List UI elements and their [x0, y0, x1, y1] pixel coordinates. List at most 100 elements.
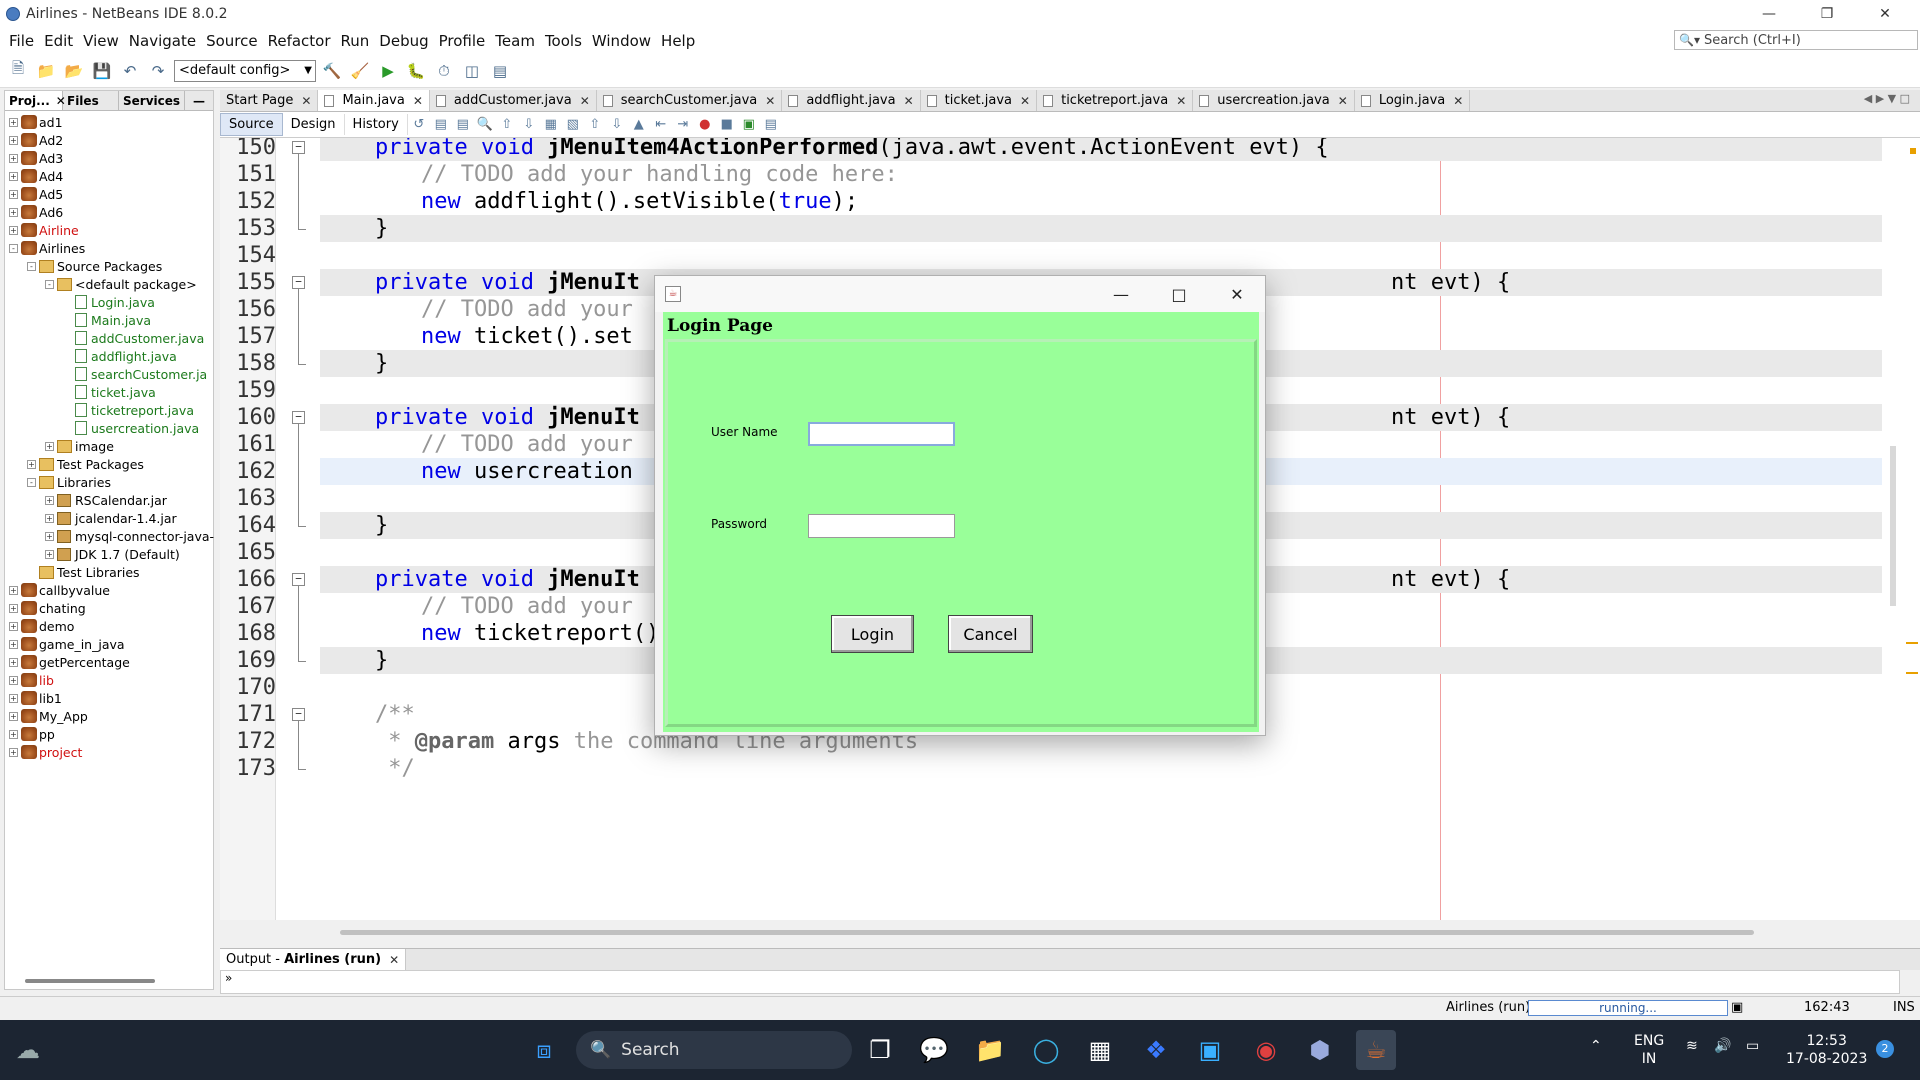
editor-vscrollbar[interactable] [1890, 446, 1896, 606]
tree-item[interactable]: + callbyvalue [9, 581, 110, 599]
expand-icon[interactable]: + [9, 135, 18, 145]
expand-icon[interactable]: + [9, 117, 18, 127]
volume-icon[interactable]: 🔊 [1714, 1038, 1731, 1054]
tree-item[interactable]: - Airlines [9, 239, 85, 257]
code-line[interactable]: 173 */ [220, 755, 1882, 782]
editor-tab[interactable]: searchCustomer.java ✕ [597, 90, 783, 111]
tree-item[interactable]: + Test Packages [27, 455, 144, 473]
cancel-task-icon[interactable]: ▣ [1731, 1000, 1743, 1015]
battery-icon[interactable]: ▭ [1746, 1038, 1759, 1054]
status-progress[interactable]: running... [1528, 1000, 1728, 1016]
menu-debug[interactable]: Debug [374, 32, 433, 50]
editor-tab[interactable]: addCustomer.java ✕ [430, 90, 597, 111]
tree-item[interactable]: + mysql-connector-java- [45, 527, 214, 545]
tree-item[interactable]: + Ad4 [9, 167, 63, 185]
myhp-icon[interactable]: ▣ [1190, 1030, 1230, 1070]
save-all-icon[interactable]: 💾 [90, 59, 114, 83]
start-icon[interactable]: ⧈ [524, 1030, 564, 1070]
menu-source[interactable]: Source [201, 32, 263, 50]
dialog-minimize-button[interactable]: — [1097, 280, 1145, 308]
tree-item[interactable]: + ad1 [9, 113, 63, 131]
expand-icon[interactable]: + [9, 711, 18, 721]
fold-icon[interactable]: − [292, 141, 305, 154]
uncomment-icon[interactable]: ▤ [760, 117, 782, 132]
tree-item[interactable]: + My_App [9, 707, 88, 725]
expand-icon[interactable]: + [45, 441, 54, 451]
find-selection-icon[interactable]: ▦ [540, 117, 562, 132]
close-button[interactable]: ✕ [1862, 0, 1908, 28]
expand-icon[interactable]: + [9, 189, 18, 199]
collapse-icon[interactable]: - [27, 477, 36, 487]
expand-icon[interactable]: + [9, 153, 18, 163]
expand-icon[interactable]: + [9, 171, 18, 181]
menu-profile[interactable]: Profile [434, 32, 491, 50]
clock[interactable]: 12:53 17-08-2023 [1786, 1032, 1867, 1068]
code-line[interactable]: 153} [220, 215, 1882, 242]
tree-item[interactable]: Test Libraries [27, 563, 140, 581]
expand-icon[interactable]: + [9, 621, 18, 631]
stop-macro-icon[interactable]: ■ [716, 117, 738, 132]
tree-item[interactable]: + pp [9, 725, 55, 743]
find-prev-icon[interactable]: ⇧ [496, 117, 518, 132]
shift-left-icon[interactable]: ⇤ [650, 117, 672, 132]
close-icon[interactable]: ✕ [1453, 94, 1463, 108]
editor-tab[interactable]: ticket.java ✕ [921, 90, 1038, 111]
teams-chat-icon[interactable]: 💬 [914, 1030, 954, 1070]
tree-item[interactable]: + game_in_java [9, 635, 125, 653]
tree-item[interactable]: + image [45, 437, 114, 455]
dropbox-icon[interactable]: ❖ [1136, 1030, 1176, 1070]
tab-files[interactable]: Files [63, 91, 119, 110]
expand-icon[interactable]: + [9, 657, 18, 667]
editor-hscrollbar[interactable] [340, 930, 1754, 935]
new-project-icon[interactable]: 📁 [34, 59, 58, 83]
gc-icon[interactable]: ◫ [460, 59, 484, 83]
code-line[interactable]: 154 [220, 242, 1882, 269]
debug-icon[interactable]: 🐛 [404, 59, 428, 83]
menu-edit[interactable]: Edit [39, 32, 78, 50]
cancel-button[interactable]: Cancel [948, 615, 1033, 653]
tree-item[interactable]: + lib [9, 671, 54, 689]
expand-icon[interactable]: + [9, 603, 18, 613]
fold-icon[interactable]: − [292, 708, 305, 721]
prev-bookmark-icon[interactable]: ⇧ [584, 117, 606, 132]
find-next-icon[interactable]: ⇩ [518, 117, 540, 132]
tab-projects[interactable]: Proj... ✕ [5, 91, 66, 110]
tree-item[interactable]: addflight.java [63, 347, 177, 365]
menu-team[interactable]: Team [490, 32, 540, 50]
close-icon[interactable]: ✕ [1020, 94, 1030, 108]
menu-window[interactable]: Window [587, 32, 656, 50]
tree-item[interactable]: usercreation.java [63, 419, 199, 437]
wifi-icon[interactable]: ≋ [1686, 1038, 1698, 1054]
menu-tools[interactable]: Tools [540, 32, 587, 50]
comment-icon[interactable]: ▣ [738, 117, 760, 132]
editor-tab[interactable]: ticketreport.java ✕ [1037, 90, 1194, 111]
notification-badge[interactable]: 2 [1876, 1040, 1894, 1058]
expand-icon[interactable]: + [9, 693, 18, 703]
code-line[interactable]: 152 new addflight().setVisible(true); [220, 188, 1882, 215]
view-history-button[interactable]: History [345, 114, 408, 135]
back-icon[interactable]: ▤ [430, 117, 452, 132]
taskbar-search[interactable]: 🔍 Search [576, 1031, 852, 1069]
dialog-close-button[interactable]: ✕ [1213, 280, 1261, 308]
close-icon[interactable]: ✕ [301, 94, 311, 108]
minimize-panel-icon[interactable]: — [185, 91, 213, 110]
expand-icon[interactable]: + [9, 675, 18, 685]
tree-item[interactable]: + lib1 [9, 689, 62, 707]
editor-tab[interactable]: addflight.java ✕ [782, 90, 921, 111]
tree-item[interactable]: - <default package> [45, 275, 197, 293]
forward-icon[interactable]: ▤ [452, 117, 474, 132]
code-line[interactable]: 151 // TODO add your handling code here: [220, 161, 1882, 188]
expand-icon[interactable]: + [27, 459, 36, 469]
login-button[interactable]: Login [831, 615, 914, 653]
collapse-icon[interactable]: - [45, 279, 54, 289]
tab-nav-icons[interactable]: ◀ ▶ ▼ □ [1864, 92, 1910, 105]
bookmark-icon[interactable]: ▧ [562, 117, 584, 132]
close-icon[interactable]: ✕ [1338, 94, 1348, 108]
chrome-icon[interactable]: ◉ [1246, 1030, 1286, 1070]
editor-tab[interactable]: usercreation.java ✕ [1193, 90, 1355, 111]
editor-error-stripe[interactable] [1882, 138, 1920, 920]
editor-tab[interactable]: Start Page ✕ [220, 90, 319, 111]
java-app-icon[interactable]: ☕ [1356, 1030, 1396, 1070]
expand-icon[interactable]: + [45, 495, 54, 505]
expand-icon[interactable]: + [9, 729, 18, 739]
